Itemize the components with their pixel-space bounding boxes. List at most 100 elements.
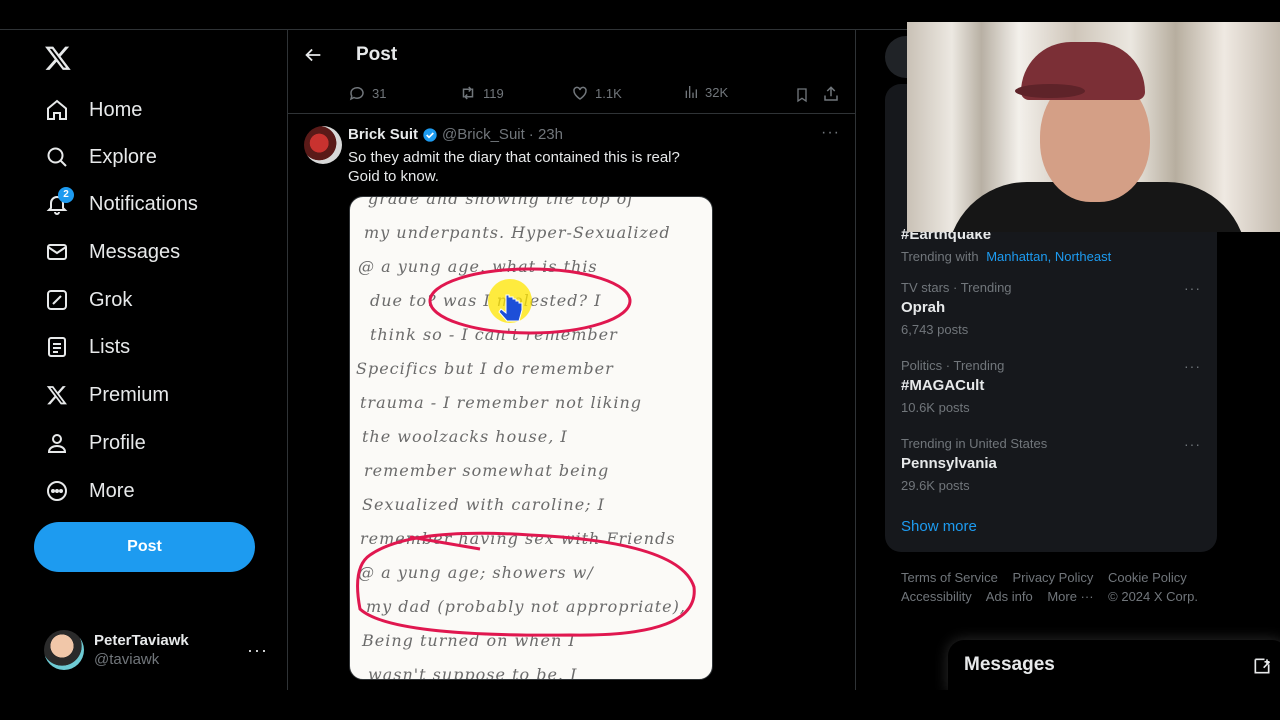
view-count: 32K	[705, 84, 729, 100]
share-icon[interactable]	[822, 85, 840, 103]
page-title: Post	[356, 44, 398, 65]
nav-grok[interactable]: Grok	[44, 280, 132, 320]
trend-more-icon[interactable]: ···	[1184, 280, 1201, 296]
tweet-author-handle[interactable]: @Brick_Suit	[442, 126, 525, 143]
nav-premium-label: Premium	[89, 383, 170, 406]
reply-button[interactable]: 31	[348, 84, 386, 102]
messages-drawer[interactable]: Messages	[948, 640, 1280, 692]
repost-count: 119	[483, 85, 504, 101]
home-icon	[44, 97, 70, 123]
nav-explore[interactable]: Explore	[44, 137, 157, 177]
red-circle-showers	[356, 531, 696, 637]
trend-post-count: 29.6K posts	[901, 478, 970, 493]
analytics-icon	[685, 86, 697, 98]
nav-lists-label: Lists	[89, 335, 131, 358]
trend-related-links[interactable]: Manhattan, Northeast	[986, 249, 1111, 264]
trend-post-count: 10.6K posts	[901, 400, 970, 415]
terms-link[interactable]: Terms of Service	[901, 570, 998, 585]
messages-drawer-title: Messages	[964, 654, 1055, 675]
trend-item[interactable]: Trending in United States Pennsylvania 2…	[901, 436, 1201, 493]
tweet-text: So they admit the diary that contained t…	[348, 148, 768, 186]
accessibility-link[interactable]: Accessibility	[901, 589, 972, 604]
verified-badge-icon	[423, 127, 437, 142]
like-count: 1.1K	[595, 85, 622, 101]
new-message-icon[interactable]	[1252, 656, 1272, 676]
webcam-overlay	[907, 22, 1280, 232]
reply-count: 31	[372, 85, 387, 101]
more-circle-icon	[44, 478, 70, 504]
trend-more-icon[interactable]: ···	[1184, 436, 1201, 452]
nav-home-label: Home	[89, 98, 143, 121]
account-switcher[interactable]: PeterTaviawk @taviawk ···	[44, 628, 274, 672]
grok-icon	[44, 287, 70, 313]
left-sidebar: Home Explore 2 Notifications Messages Gr…	[0, 30, 288, 690]
repost-button[interactable]: 119	[459, 84, 504, 102]
bookmark-icon[interactable]	[794, 86, 810, 104]
trend-category: Trending in United States	[901, 436, 1048, 451]
trend-more-icon[interactable]: ···	[1184, 358, 1201, 374]
post-button[interactable]: Post	[34, 522, 255, 572]
footer-links: Terms of Service Privacy Policy Cookie P…	[901, 568, 1221, 606]
tweet-text-line-1: So they admit the diary that contained t…	[348, 149, 680, 166]
trend-category: TV stars · Trending	[901, 280, 1012, 295]
like-button[interactable]: 1.1K	[571, 84, 622, 102]
nav-messages[interactable]: Messages	[44, 232, 180, 272]
bell-icon: 2	[44, 187, 74, 217]
tweet-author-name[interactable]: Brick Suit	[348, 126, 418, 143]
search-icon	[44, 144, 70, 170]
trend-prefix: Trending with	[901, 249, 979, 264]
x-logo-icon[interactable]	[44, 44, 72, 72]
avatar	[44, 630, 84, 670]
footer-more-link[interactable]: More ···	[1047, 589, 1093, 604]
trend-item[interactable]: TV stars · Trending Oprah 6,743 posts ··…	[901, 280, 1201, 337]
tweet-more-icon[interactable]: ···	[821, 124, 840, 142]
trend-post-count: 6,743 posts	[901, 322, 969, 337]
nav-more[interactable]: More	[44, 471, 135, 511]
red-ink-annotations	[356, 267, 696, 637]
ads-info-link[interactable]: Ads info	[986, 589, 1033, 604]
heart-icon	[573, 86, 587, 100]
mail-icon	[44, 239, 70, 265]
copyright: © 2024 X Corp.	[1108, 589, 1198, 604]
nav-profile-label: Profile	[89, 431, 146, 454]
nav-messages-label: Messages	[89, 240, 181, 263]
repost-icon	[462, 86, 474, 100]
nav-home[interactable]: Home	[44, 90, 142, 130]
tweet-image-handwritten-diary[interactable]: grade and showing the top of my underpan…	[349, 196, 713, 680]
person-icon	[44, 430, 70, 456]
tweet-author-avatar[interactable]	[304, 126, 342, 164]
video-letterbox-bottom	[0, 690, 1280, 720]
page-header: Post	[288, 30, 855, 82]
nav-notifications-label: Notifications	[89, 192, 198, 215]
trend-name: #MAGACult	[901, 377, 985, 394]
trend-name: Pennsylvania	[901, 455, 997, 472]
reply-icon	[349, 86, 364, 101]
trend-category: Politics · Trending	[901, 358, 1005, 373]
back-arrow-icon[interactable]	[302, 44, 324, 66]
nav-more-label: More	[89, 479, 135, 502]
trend-item[interactable]: Politics · Trending #MAGACult 10.6K post…	[901, 358, 1201, 415]
show-more-link[interactable]: Show more	[901, 518, 977, 535]
nav-grok-label: Grok	[89, 288, 133, 311]
notifications-badge: 2	[58, 187, 74, 203]
nav-lists[interactable]: Lists	[44, 327, 130, 367]
tweet[interactable]: Brick Suit @Brick_Suit · 23h ··· So they…	[288, 114, 855, 690]
nav-notifications[interactable]: 2 Notifications	[44, 184, 198, 224]
tweet-text-line-2: Goid to know.	[348, 168, 439, 185]
webcam-person-cap-brim	[1015, 84, 1085, 98]
account-handle: @taviawk	[94, 651, 160, 668]
nav-explore-label: Explore	[89, 145, 157, 168]
views-button[interactable]: 32K	[683, 84, 728, 100]
privacy-link[interactable]: Privacy Policy	[1012, 570, 1093, 585]
tweet-header: Brick Suit @Brick_Suit · 23h	[348, 126, 563, 143]
nav-profile[interactable]: Profile	[44, 423, 146, 463]
main-column: Post 31 119 1.1K 32K Brick Suit @Brick_S…	[288, 30, 856, 690]
nav-premium[interactable]: Premium	[44, 375, 169, 415]
cookie-link[interactable]: Cookie Policy	[1108, 570, 1187, 585]
x-logo-icon	[44, 382, 70, 408]
account-more-icon[interactable]: ···	[247, 640, 268, 661]
red-strike	[409, 535, 481, 551]
tweet-time[interactable]: · 23h	[529, 126, 563, 143]
previous-post-actions: 31 119 1.1K 32K	[288, 82, 855, 114]
trend-name: Oprah	[901, 299, 946, 316]
